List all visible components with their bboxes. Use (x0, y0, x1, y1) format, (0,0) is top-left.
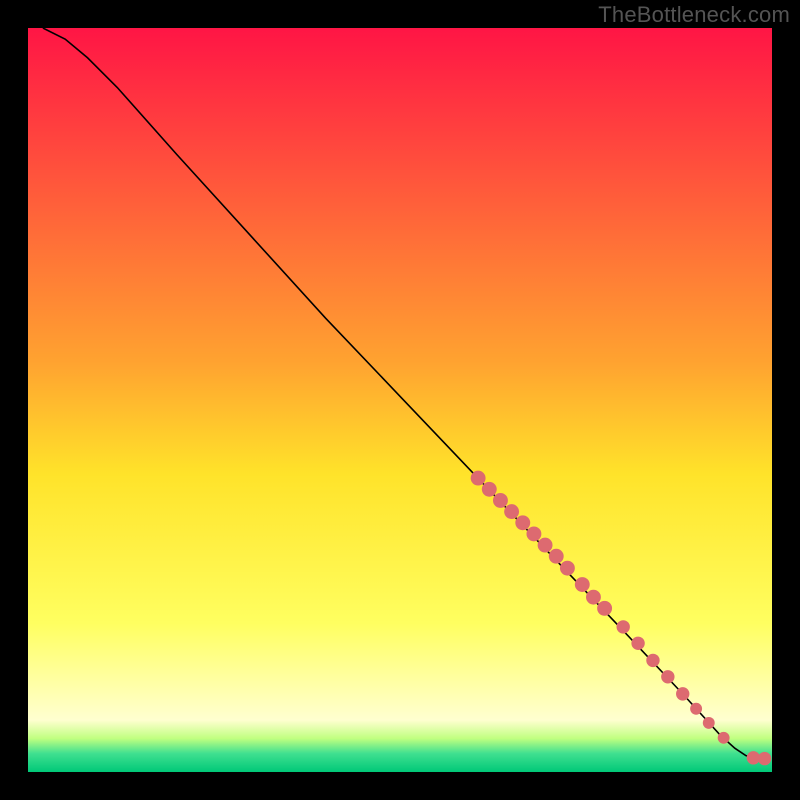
marker-point (718, 732, 730, 744)
marker-point (504, 504, 519, 519)
marker-point (586, 590, 601, 605)
chart-container: TheBottleneck.com (0, 0, 800, 800)
marker-point (690, 703, 702, 715)
marker-point (631, 637, 644, 650)
marker-point (549, 549, 564, 564)
marker-point (703, 717, 715, 729)
marker-point (676, 687, 689, 700)
marker-point (560, 561, 575, 576)
marker-point (526, 526, 541, 541)
watermark-label: TheBottleneck.com (598, 2, 790, 28)
marker-point (482, 482, 497, 497)
marker-point (538, 538, 553, 553)
marker-point (646, 654, 659, 667)
marker-point (661, 670, 674, 683)
marker-point (617, 620, 630, 633)
marker-point (575, 577, 590, 592)
marker-point (597, 601, 612, 616)
marker-point (515, 515, 530, 530)
marker-point (471, 471, 486, 486)
marker-point (493, 493, 508, 508)
plot-area (28, 28, 772, 772)
plot-svg (28, 28, 772, 772)
gradient-background (28, 28, 772, 772)
marker-point (758, 752, 771, 765)
